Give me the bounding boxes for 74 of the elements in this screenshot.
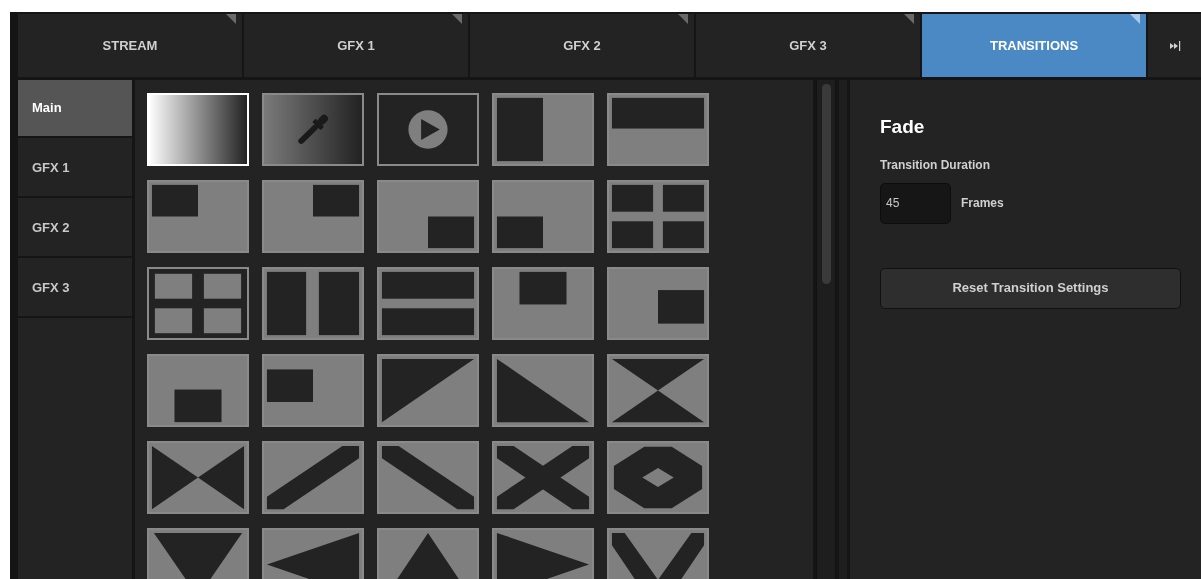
wipe-pattern-icon bbox=[378, 356, 477, 425]
wipe-pattern-icon bbox=[493, 356, 592, 425]
wipe-pattern-icon bbox=[608, 530, 707, 579]
transition-thumbnail[interactable] bbox=[376, 528, 479, 579]
transition-thumbnail[interactable] bbox=[146, 180, 249, 253]
transition-thumbnail[interactable] bbox=[606, 180, 709, 253]
wipe-pattern-icon bbox=[608, 443, 707, 512]
wipe-pattern-icon bbox=[378, 269, 477, 338]
transition-thumbnail[interactable] bbox=[261, 354, 364, 427]
tab[interactable]: STREAM bbox=[18, 14, 242, 77]
corner-triangle-icon bbox=[226, 14, 236, 24]
transition-thumbnail[interactable] bbox=[491, 180, 594, 253]
wipe-pattern-icon bbox=[608, 356, 707, 425]
transition-thumbnail[interactable] bbox=[146, 354, 249, 427]
transition-thumbnail[interactable] bbox=[606, 528, 709, 579]
wipe-pattern-icon bbox=[148, 182, 247, 251]
transition-thumbnail[interactable] bbox=[491, 441, 594, 514]
transition-thumbnail[interactable] bbox=[606, 441, 709, 514]
wipe-pattern-icon bbox=[493, 269, 592, 338]
transition-thumbnail[interactable] bbox=[146, 267, 249, 340]
wipe-pattern-icon bbox=[148, 356, 247, 425]
tab[interactable]: TRANSITIONS bbox=[922, 14, 1146, 77]
wipe-pattern-icon bbox=[493, 95, 592, 164]
corner-triangle-icon bbox=[678, 14, 688, 24]
wipe-pattern-icon bbox=[378, 443, 477, 512]
wipe-pattern-icon bbox=[608, 269, 707, 338]
tab[interactable]: GFX 3 bbox=[696, 14, 920, 77]
transition-thumbnail[interactable] bbox=[376, 267, 479, 340]
transition-thumbnail[interactable] bbox=[261, 528, 364, 579]
transition-thumbnail[interactable] bbox=[606, 267, 709, 340]
corner-triangle-icon bbox=[452, 14, 462, 24]
duration-field[interactable]: 45 bbox=[880, 182, 951, 224]
transition-title: Fade bbox=[880, 115, 926, 139]
transition-thumbnail[interactable] bbox=[491, 93, 594, 166]
transition-thumbnail[interactable] bbox=[376, 441, 479, 514]
transition-thumbnail[interactable] bbox=[261, 441, 364, 514]
corner-triangle-icon bbox=[904, 14, 914, 24]
wipe-pattern-icon bbox=[148, 443, 247, 512]
tab[interactable]: GFX 2 bbox=[470, 14, 694, 77]
wipe-pattern-icon bbox=[263, 530, 362, 579]
wipe-pattern-icon bbox=[493, 530, 592, 579]
transition-thumbnail[interactable] bbox=[376, 93, 479, 166]
tab[interactable]: GFX 1 bbox=[244, 14, 468, 77]
transition-thumbnail[interactable] bbox=[376, 180, 479, 253]
wipe-pattern-icon bbox=[263, 182, 362, 251]
transition-thumbnail[interactable] bbox=[261, 267, 364, 340]
corner-triangle-icon bbox=[1130, 14, 1140, 24]
wipe-pattern-icon bbox=[263, 443, 362, 512]
skip-end-icon bbox=[1168, 39, 1181, 52]
scrollbar-thumb[interactable] bbox=[821, 84, 831, 284]
transition-thumbnail[interactable] bbox=[261, 93, 364, 166]
wipe-pattern-icon bbox=[378, 182, 477, 251]
wipe-pattern-icon bbox=[148, 530, 247, 579]
duration-label: Transition Duration bbox=[880, 156, 991, 174]
transition-thumbnail[interactable] bbox=[491, 528, 594, 579]
transition-thumbnail[interactable] bbox=[491, 267, 594, 340]
wipe-pattern-icon bbox=[263, 269, 362, 338]
sidebar-item[interactable]: Main bbox=[18, 80, 132, 138]
wipe-pattern-icon bbox=[263, 356, 362, 425]
wipe-pattern-icon bbox=[608, 182, 707, 251]
wipe-pattern-icon bbox=[608, 95, 707, 164]
wipe-pattern-icon bbox=[378, 530, 477, 579]
transition-thumbnail[interactable] bbox=[146, 441, 249, 514]
wipe-pattern-icon bbox=[493, 182, 592, 251]
transition-thumbnail[interactable] bbox=[376, 354, 479, 427]
transition-thumbnail[interactable] bbox=[261, 180, 364, 253]
gradient-icon bbox=[148, 95, 247, 164]
unit-label: Frames bbox=[961, 195, 1004, 212]
reset-button[interactable]: Reset Transition Settings bbox=[880, 267, 1181, 309]
transition-thumbnail[interactable] bbox=[491, 354, 594, 427]
wipe-pattern-icon bbox=[493, 443, 592, 512]
transition-thumbnail[interactable] bbox=[146, 528, 249, 579]
transition-thumbnail[interactable] bbox=[606, 354, 709, 427]
transition-thumbnail[interactable] bbox=[606, 93, 709, 166]
